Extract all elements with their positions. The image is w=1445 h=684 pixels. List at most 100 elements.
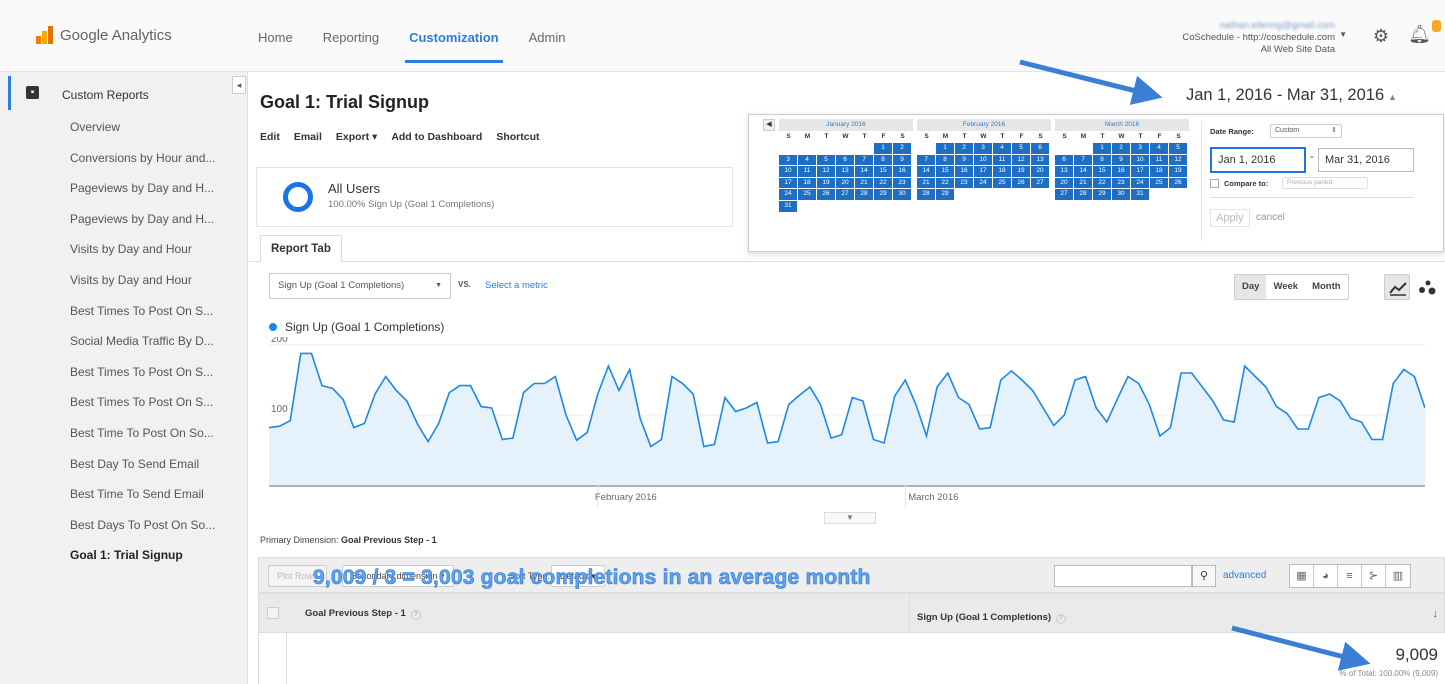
sidebar-item[interactable]: Best Times To Post On S... [70,357,215,388]
line-chart-toggle[interactable] [1384,274,1410,300]
search-icon[interactable]: ⚲ [1192,565,1216,587]
calendar-day[interactable]: 25 [798,189,816,200]
calendar-day[interactable]: 4 [1150,143,1168,154]
gear-icon[interactable]: ⚙ [1373,26,1389,47]
calendar-day[interactable]: 23 [955,177,973,189]
calendar-day[interactable]: 28 [917,189,935,200]
select-metric-link[interactable]: Select a metric [485,280,548,291]
email-button[interactable]: Email [294,131,322,143]
calendar-day[interactable]: 8 [936,154,954,166]
calendar-day[interactable]: 27 [836,189,854,200]
calendar-day[interactable]: 28 [1074,189,1092,200]
nav-home[interactable]: Home [258,30,293,45]
calendar-day[interactable]: 13 [1031,154,1049,166]
column-header-goal-previous-step[interactable]: Goal Previous Step - 1? [305,608,421,620]
select-all-checkbox[interactable] [267,607,279,619]
calendar-day[interactable]: 13 [1055,166,1073,177]
calendar-day[interactable]: 24 [779,189,797,200]
metric-select[interactable]: Sign Up (Goal 1 Completions) ▼ [269,273,451,299]
column-header-sign-up[interactable]: Sign Up (Goal 1 Completions)? [917,612,1067,624]
advanced-filter-link[interactable]: advanced [1223,570,1266,581]
calendar-day[interactable]: 26 [817,189,835,200]
collapse-sidebar-button[interactable]: ◂ [232,76,246,94]
calendar-day[interactable]: 16 [955,166,973,177]
calendar-day[interactable]: 7 [855,154,873,166]
calendar-day[interactable]: 7 [917,154,935,166]
sidebar-item[interactable]: Best Time To Send Email [70,479,215,510]
calendar-day[interactable]: 20 [1031,166,1049,177]
table-search-input[interactable] [1054,565,1192,587]
comparison-view-icon[interactable]: ⊱ [1362,565,1386,587]
calendar-day[interactable]: 21 [855,177,873,189]
nav-admin[interactable]: Admin [529,30,566,45]
calendar-day[interactable]: 19 [1169,166,1187,177]
calendar-day[interactable]: 1 [874,143,892,154]
granularity-day[interactable]: Day [1235,275,1267,299]
calendar-day[interactable]: 6 [1055,154,1073,166]
calendar-day[interactable]: 23 [1112,177,1130,189]
calendar-day[interactable]: 5 [1169,143,1187,154]
sidebar-item[interactable]: Best Days To Post On So... [70,510,215,541]
calendar-day[interactable]: 15 [874,166,892,177]
calendar-day[interactable]: 16 [1112,166,1130,177]
calendar-day[interactable]: 9 [893,154,911,166]
chart-expand-handle[interactable]: ▼ [824,512,876,524]
calendar-day[interactable]: 22 [1093,177,1111,189]
calendar-day[interactable]: 22 [874,177,892,189]
calendar-day[interactable]: 3 [1131,143,1149,154]
calendar-day[interactable]: 21 [1074,177,1092,189]
calendar-day[interactable]: 23 [893,177,911,189]
calendar-day[interactable]: 10 [1131,154,1149,166]
calendar-day[interactable]: 30 [893,189,911,200]
apply-button[interactable]: Apply [1210,209,1250,227]
help-icon[interactable]: ? [410,610,421,620]
calendar-day[interactable]: 13 [836,166,854,177]
nav-reporting[interactable]: Reporting [323,30,379,45]
calendar-day[interactable]: 25 [993,177,1011,189]
start-date-input[interactable]: Jan 1, 2016 [1210,147,1306,173]
sidebar-item[interactable]: Overview [70,112,215,143]
calendar-day[interactable]: 1 [936,143,954,154]
edit-button[interactable]: Edit [260,131,280,143]
calendar-day[interactable]: 14 [855,166,873,177]
calendar-day[interactable]: 14 [1074,166,1092,177]
calendar-day[interactable]: 19 [817,177,835,189]
calendar-day[interactable]: 3 [974,143,992,154]
pivot-view-icon[interactable]: ▥ [1386,565,1410,587]
calendar-day[interactable]: 3 [779,154,797,166]
calendar-day[interactable]: 12 [1169,154,1187,166]
calendar-day[interactable]: 4 [993,143,1011,154]
calendar-day[interactable]: 8 [874,154,892,166]
calendar-day[interactable]: 18 [993,166,1011,177]
calendar-day[interactable]: 6 [1031,143,1049,154]
tab-report[interactable]: Report Tab [260,235,342,263]
calendar-day[interactable]: 11 [798,166,816,177]
calendar-day[interactable]: 10 [779,166,797,177]
calendar-day[interactable]: 20 [836,177,854,189]
performance-view-icon[interactable]: ≡ [1338,565,1362,587]
sidebar-item[interactable]: Conversions by Hour and... [70,143,215,174]
calendar-day[interactable]: 10 [974,154,992,166]
calendar-day[interactable]: 6 [836,154,854,166]
calendar-day[interactable]: 17 [779,177,797,189]
calendar-day[interactable]: 17 [1131,166,1149,177]
calendar-day[interactable]: 9 [955,154,973,166]
sidebar-section-custom-reports[interactable]: ▪ Custom Reports [0,76,248,110]
help-icon[interactable]: ? [1056,614,1067,624]
sidebar-item[interactable]: Pageviews by Day and H... [70,204,215,235]
line-chart[interactable]: 100 200 February 2016 March 2016 [269,337,1425,517]
calendar-day[interactable]: 8 [1093,154,1111,166]
calendar-day[interactable]: 29 [1093,189,1111,200]
sidebar-item[interactable]: Best Times To Post On S... [70,387,215,418]
calendar-day[interactable]: 27 [1055,189,1073,200]
motion-chart-toggle[interactable] [1413,274,1439,300]
calendar-day[interactable]: 26 [1169,177,1187,189]
calendar-day[interactable]: 20 [1055,177,1073,189]
calendar-day[interactable]: 11 [993,154,1011,166]
calendar-day[interactable]: 5 [1012,143,1030,154]
sidebar-item[interactable]: Social Media Traffic By D... [70,326,215,357]
calendar-day[interactable]: 30 [1112,189,1130,200]
calendar-day[interactable]: 18 [1150,166,1168,177]
calendar-day[interactable]: 31 [779,200,797,212]
google-analytics-logo[interactable]: Google Analytics [36,26,172,44]
